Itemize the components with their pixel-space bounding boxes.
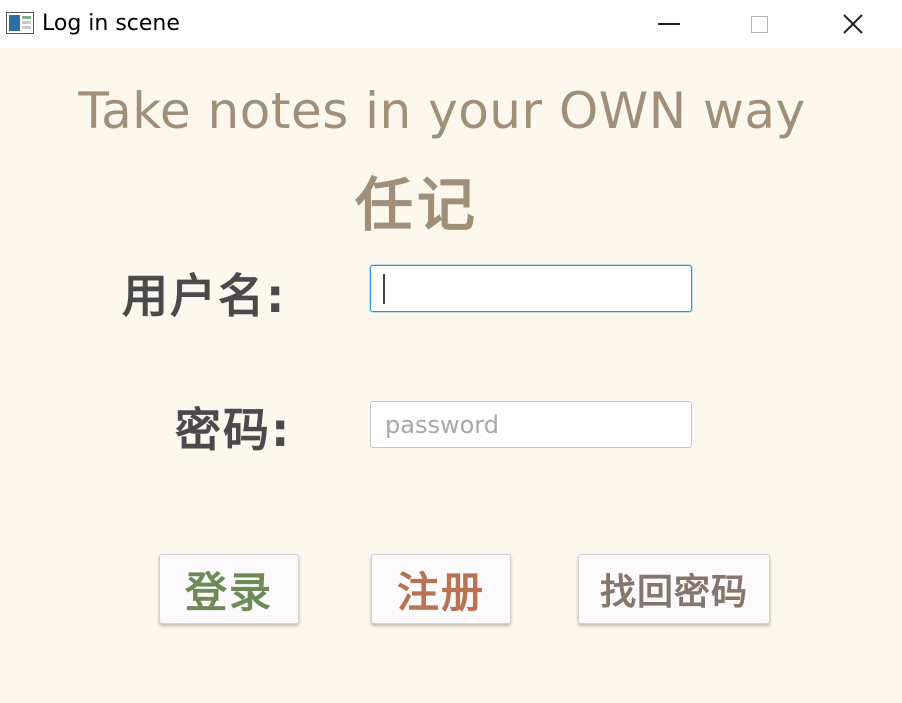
login-button[interactable]: 登录 bbox=[159, 554, 299, 624]
login-panel: Take notes in your OWN way 任记 用户名: 密码: 登… bbox=[0, 48, 902, 703]
slogan-heading: Take notes in your OWN way bbox=[78, 82, 806, 140]
username-input[interactable] bbox=[370, 265, 692, 312]
minimize-icon bbox=[658, 23, 680, 25]
password-label: 密码: bbox=[175, 403, 292, 457]
title-bar: Log in scene bbox=[0, 0, 902, 48]
notes-app-icon bbox=[6, 12, 34, 34]
username-label: 用户名: bbox=[122, 269, 287, 323]
close-icon bbox=[843, 14, 863, 34]
register-button[interactable]: 注册 bbox=[371, 554, 511, 624]
window-title: Log in scene bbox=[42, 11, 180, 36]
maximize-icon bbox=[750, 15, 768, 33]
recover-password-button[interactable]: 找回密码 bbox=[578, 554, 770, 624]
app-name-heading: 任记 bbox=[355, 171, 480, 239]
maximize-button[interactable] bbox=[714, 0, 804, 48]
password-input[interactable] bbox=[370, 401, 692, 448]
close-button[interactable] bbox=[808, 0, 898, 48]
text-caret bbox=[383, 274, 385, 304]
minimize-button[interactable] bbox=[624, 0, 714, 48]
